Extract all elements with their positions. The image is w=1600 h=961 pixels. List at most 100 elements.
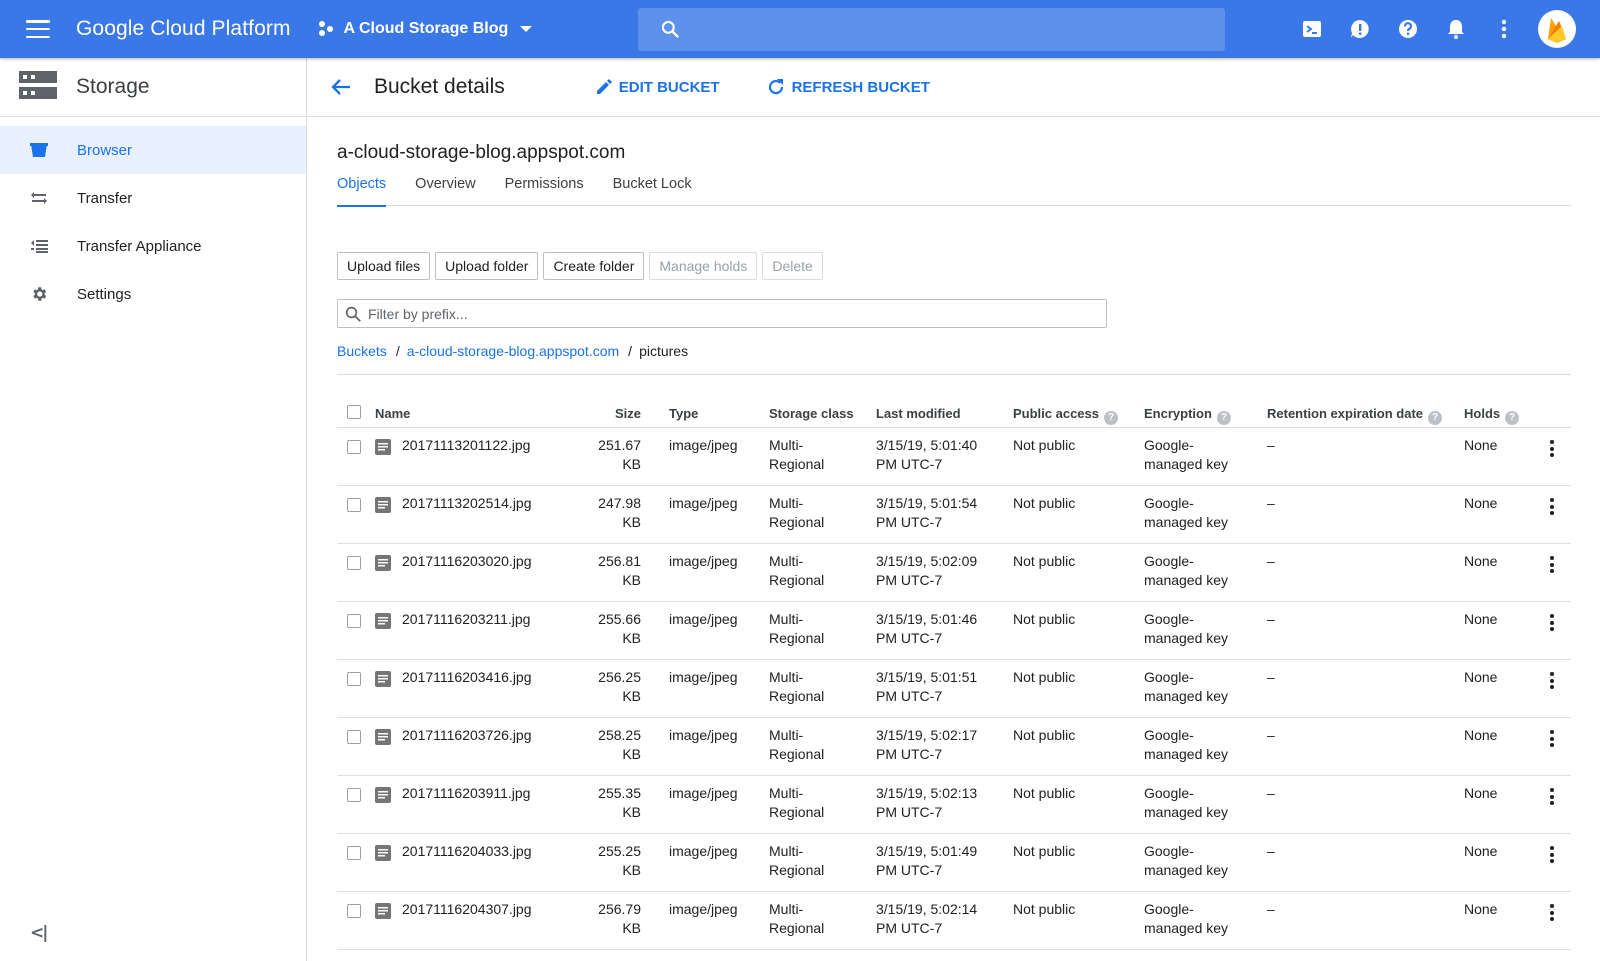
col-retention-label[interactable]: Retention expiration date xyxy=(1267,406,1423,421)
object-name-link[interactable]: 20171113201122.jpg xyxy=(402,436,530,455)
top-app-bar: Google Cloud Platform A Cloud Storage Bl… xyxy=(0,0,1600,58)
collapse-icon[interactable]: <| xyxy=(30,923,49,943)
sidebar-item-transfer-appliance[interactable]: Transfer Appliance xyxy=(0,222,306,270)
feedback-icon[interactable] xyxy=(1336,5,1384,53)
project-selector[interactable]: A Cloud Storage Blog xyxy=(318,20,533,38)
storage-class-line-2: Regional xyxy=(769,572,825,588)
row-checkbox[interactable] xyxy=(347,440,361,454)
object-size-value: 251.67 xyxy=(598,437,641,453)
tab-objects[interactable]: Objects xyxy=(337,176,387,207)
more-vert-icon[interactable] xyxy=(1550,498,1554,518)
object-holds: None xyxy=(1464,727,1498,743)
row-checkbox[interactable] xyxy=(347,672,361,686)
encryption-line-1: Google- xyxy=(1144,727,1194,743)
help-icon[interactable] xyxy=(1384,5,1432,53)
row-checkbox[interactable] xyxy=(347,614,361,628)
more-vert-icon[interactable] xyxy=(1550,614,1554,634)
object-name-link[interactable]: 20171113202514.jpg xyxy=(402,494,532,513)
col-last-modified[interactable]: Last modified xyxy=(876,404,961,423)
help-icon[interactable]: ? xyxy=(1104,411,1118,425)
row-checkbox[interactable] xyxy=(347,730,361,744)
delete-button[interactable]: Delete xyxy=(762,252,823,280)
more-vert-icon[interactable] xyxy=(1550,672,1554,692)
table-row[interactable]: 20171116203726.jpg 258.25 KB image/jpeg M… xyxy=(337,718,1571,776)
more-vert-icon[interactable] xyxy=(1550,730,1554,750)
object-name-link[interactable]: 20171116203726.jpg xyxy=(402,726,532,745)
row-checkbox[interactable] xyxy=(347,498,361,512)
breadcrumb: Buckets / a-cloud-storage-blog.appspot.c… xyxy=(337,343,688,359)
object-size-value: 258.25 xyxy=(598,727,641,743)
help-icon[interactable]: ? xyxy=(1505,411,1520,425)
row-checkbox[interactable] xyxy=(347,846,361,860)
object-retention: – xyxy=(1267,727,1275,743)
col-holds-label[interactable]: Holds xyxy=(1464,406,1500,421)
object-name-link[interactable]: 20171116203416.jpg xyxy=(402,668,532,687)
object-holds: None xyxy=(1464,901,1498,917)
create-folder-button[interactable]: Create folder xyxy=(543,252,645,280)
col-encryption-label[interactable]: Encryption xyxy=(1144,406,1212,421)
object-name-link[interactable]: 20171116204033.jpg xyxy=(402,842,532,861)
table-row[interactable]: 20171116204033.jpg 255.25 KB image/jpeg M… xyxy=(337,834,1571,892)
object-name-link[interactable]: 20171116204307.jpg xyxy=(402,900,532,919)
table-row[interactable]: 20171116203020.jpg 256.81 KB image/jpeg M… xyxy=(337,544,1571,602)
filter-prefix-input[interactable] xyxy=(368,305,1088,322)
breadcrumb-separator: / xyxy=(628,343,633,359)
menu-icon[interactable] xyxy=(26,20,50,38)
table-row[interactable]: 20171116203416.jpg 256.25 KB image/jpeg M… xyxy=(337,660,1571,718)
table-row[interactable]: 20171116204307.jpg 256.79 KB image/jpeg M… xyxy=(337,892,1571,950)
tab-bucket-lock[interactable]: Bucket Lock xyxy=(613,176,692,206)
table-row[interactable]: 20171113201122.jpg 251.67 KB image/jpeg M… xyxy=(337,428,1571,486)
object-public-access: Not public xyxy=(1013,495,1076,511)
more-vert-icon[interactable] xyxy=(1550,788,1554,808)
object-name-link[interactable]: 20171116203211.jpg xyxy=(402,610,530,629)
col-storage-class[interactable]: Storage class xyxy=(769,404,854,423)
tab-overview[interactable]: Overview xyxy=(415,176,475,206)
col-public-access-label[interactable]: Public access xyxy=(1013,406,1099,421)
edit-bucket-button[interactable]: EDIT BUCKET xyxy=(595,78,720,96)
more-vert-icon[interactable] xyxy=(1550,904,1554,924)
row-checkbox[interactable] xyxy=(347,556,361,570)
cloud-shell-icon[interactable] xyxy=(1288,5,1336,53)
refresh-bucket-button[interactable]: REFRESH BUCKET xyxy=(766,77,930,97)
sidebar-item-settings[interactable]: Settings xyxy=(0,270,306,318)
product-brand[interactable]: Google Cloud Platform xyxy=(76,17,291,41)
row-checkbox[interactable] xyxy=(347,904,361,918)
upload-folder-button[interactable]: Upload folder xyxy=(435,252,539,280)
help-icon[interactable]: ? xyxy=(1428,411,1443,425)
object-type: image/jpeg xyxy=(669,495,738,511)
more-vert-icon[interactable] xyxy=(1550,440,1554,460)
bucket-icon xyxy=(29,141,49,159)
encryption-line-1: Google- xyxy=(1144,437,1194,453)
table-row[interactable]: 20171116203211.jpg 255.66 KB image/jpeg M… xyxy=(337,602,1571,660)
sidebar-item-transfer[interactable]: Transfer xyxy=(0,174,306,222)
help-icon[interactable]: ? xyxy=(1216,411,1231,425)
table-row[interactable]: 20171113202514.jpg 247.98 KB image/jpeg M… xyxy=(337,486,1571,544)
breadcrumb-bucket-link[interactable]: a-cloud-storage-blog.appspot.com xyxy=(407,343,619,359)
more-vert-icon[interactable] xyxy=(1550,846,1554,866)
storage-class-line-1: Multi- xyxy=(769,669,804,685)
object-retention: – xyxy=(1267,843,1275,859)
object-retention: – xyxy=(1267,901,1275,917)
object-name-link[interactable]: 20171116203911.jpg xyxy=(402,784,530,803)
more-vert-icon[interactable] xyxy=(1480,5,1528,53)
table-row[interactable]: 20171116203911.jpg 255.35 KB image/jpeg M… xyxy=(337,776,1571,834)
notifications-icon[interactable] xyxy=(1432,5,1480,53)
back-arrow-icon[interactable] xyxy=(330,76,352,98)
encryption-line-1: Google- xyxy=(1144,785,1194,801)
firebase-avatar-icon[interactable] xyxy=(1538,10,1576,48)
more-vert-icon[interactable] xyxy=(1550,556,1554,576)
manage-holds-button[interactable]: Manage holds xyxy=(649,252,758,280)
col-size[interactable]: Size xyxy=(557,404,641,423)
object-storage-class: Multi- Regional xyxy=(769,610,824,648)
col-type[interactable]: Type xyxy=(669,404,698,423)
select-all-checkbox[interactable] xyxy=(347,405,361,419)
tab-permissions[interactable]: Permissions xyxy=(505,176,584,206)
row-checkbox[interactable] xyxy=(347,788,361,802)
object-name-link[interactable]: 20171116203020.jpg xyxy=(402,552,532,571)
file-icon xyxy=(375,613,391,634)
search-bar[interactable] xyxy=(638,8,1225,51)
col-name[interactable]: Name xyxy=(375,404,410,423)
sidebar-item-browser[interactable]: Browser xyxy=(0,126,306,174)
upload-files-button[interactable]: Upload files xyxy=(337,252,431,280)
breadcrumb-buckets-link[interactable]: Buckets xyxy=(337,343,387,359)
